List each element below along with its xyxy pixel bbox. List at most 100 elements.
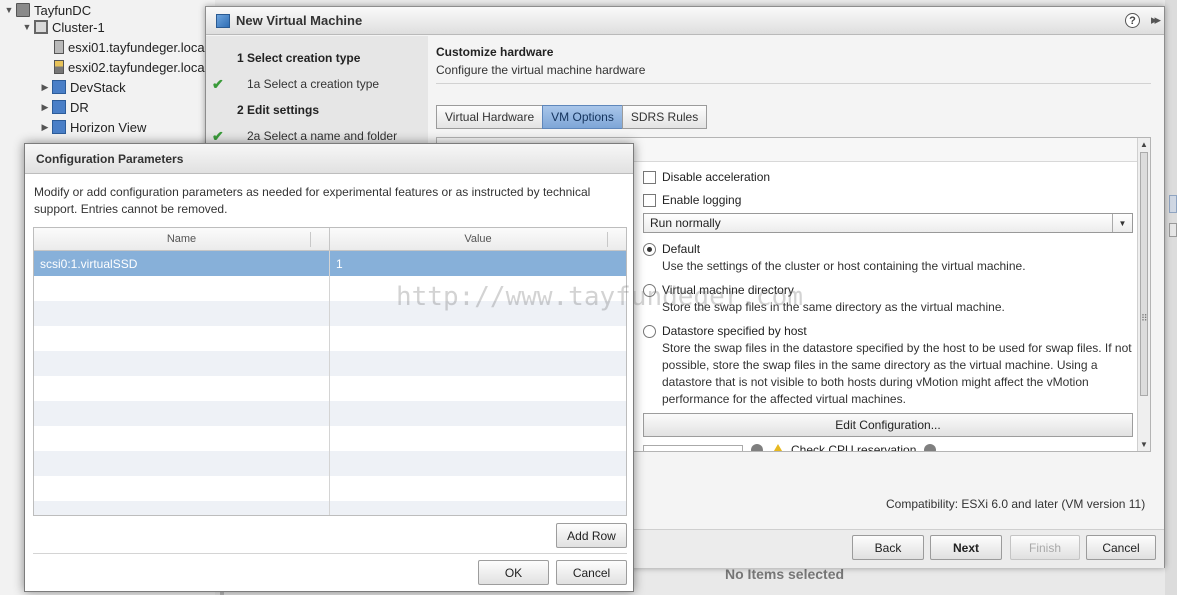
table-row[interactable] — [34, 301, 626, 326]
table-body: scsi0:1.virtualSSD 1 — [34, 251, 626, 515]
param-name-cell[interactable] — [34, 301, 330, 326]
tab-sdrs-rules[interactable]: SDRS Rules — [621, 105, 708, 129]
side-tab[interactable] — [1169, 223, 1177, 237]
table-row[interactable] — [34, 451, 626, 476]
nav-step-1a[interactable]: ✔ 1a Select a creation type — [206, 74, 426, 94]
nav-step-1[interactable]: 1 Select creation type — [237, 48, 360, 68]
table-row[interactable] — [34, 401, 626, 426]
param-name-cell[interactable] — [34, 376, 330, 401]
param-value-cell[interactable] — [330, 326, 626, 351]
ok-button[interactable]: OK — [478, 560, 549, 585]
param-value-cell[interactable] — [330, 426, 626, 451]
expand-icon[interactable]: ▶ — [40, 82, 50, 92]
scroll-down-icon[interactable]: ▼ — [1140, 440, 1148, 449]
table-row[interactable] — [34, 426, 626, 451]
tree-item-horizon-view[interactable]: ▶ Horizon View — [40, 117, 147, 137]
param-name-cell[interactable] — [34, 276, 330, 301]
param-name-cell[interactable] — [34, 451, 330, 476]
divider — [436, 83, 1151, 84]
column-header-name[interactable]: Name — [34, 228, 330, 250]
side-tab[interactable] — [1169, 195, 1177, 213]
param-name-cell[interactable] — [34, 476, 330, 501]
finish-button[interactable]: Finish — [1010, 535, 1080, 560]
tab-vm-options[interactable]: VM Options — [542, 105, 623, 129]
expand-icon[interactable]: ▸▸ — [1151, 12, 1161, 28]
tab-virtual-hardware[interactable]: Virtual Hardware — [436, 105, 544, 129]
chevron-down-icon[interactable]: ▼ — [1112, 214, 1132, 232]
disable-acceleration-option[interactable]: Disable acceleration — [643, 170, 770, 184]
edit-configuration-button[interactable]: Edit Configuration... — [643, 413, 1133, 437]
expand-icon[interactable]: ▶ — [40, 122, 50, 132]
checkbox[interactable] — [643, 193, 656, 207]
param-value-cell[interactable] — [330, 401, 626, 426]
param-value-cell[interactable]: 1 — [330, 251, 626, 276]
param-name-cell[interactable]: scsi0:1.virtualSSD — [34, 251, 330, 276]
right-panel-strip — [1165, 0, 1177, 595]
info-icon — [751, 444, 763, 451]
table-row[interactable] — [34, 351, 626, 376]
scroll-thumb[interactable] — [1140, 152, 1148, 396]
param-name-cell[interactable] — [34, 401, 330, 426]
tree-item-dr[interactable]: ▶ DR — [40, 97, 89, 117]
next-button[interactable]: Next — [930, 535, 1002, 560]
table-row[interactable] — [34, 376, 626, 401]
parameters-table: Name Value scsi0:1.virtualSSD 1 — [33, 227, 627, 516]
param-value-cell[interactable] — [330, 301, 626, 326]
dialog-title: Configuration Parameters — [25, 144, 633, 174]
tree-item-devstack[interactable]: ▶ DevStack — [40, 77, 126, 97]
collapse-icon[interactable]: ▼ — [4, 5, 14, 15]
table-row[interactable]: scsi0:1.virtualSSD 1 — [34, 251, 626, 276]
page-header: Customize hardware Configure the virtual… — [436, 45, 645, 77]
wizard-titlebar: New Virtual Machine — [206, 7, 1164, 35]
wizard-cancel-button[interactable]: Cancel — [1086, 535, 1156, 560]
tree-item-label: DR — [70, 99, 89, 115]
checkbox[interactable] — [643, 170, 656, 184]
table-row[interactable] — [34, 276, 626, 301]
swap-datastore-option[interactable]: Datastore specified by host — [643, 324, 807, 338]
scroll-up-icon[interactable]: ▲ — [1140, 140, 1148, 149]
option-description: Store the swap files in the same directo… — [662, 300, 1005, 314]
enable-logging-option[interactable]: Enable logging — [643, 193, 741, 207]
expand-icon[interactable]: ▶ — [40, 102, 50, 112]
param-value-cell[interactable] — [330, 351, 626, 376]
collapse-icon[interactable]: ▼ — [22, 22, 32, 32]
param-name-cell[interactable] — [34, 426, 330, 451]
check-cpu-label: Check CPU reservation — [791, 443, 917, 452]
swap-default-option[interactable]: Default — [643, 242, 700, 256]
add-row-button[interactable]: Add Row — [556, 523, 627, 548]
vm-icon — [216, 13, 230, 28]
radio-button[interactable] — [643, 283, 656, 297]
tab-bar: Virtual Hardware VM Options SDRS Rules — [436, 105, 708, 129]
run-mode-select[interactable]: Run normally ▼ — [643, 213, 1133, 233]
radio-button[interactable] — [643, 242, 656, 256]
table-row[interactable] — [34, 476, 626, 501]
param-name-cell[interactable] — [34, 326, 330, 351]
back-button[interactable]: Back — [852, 535, 924, 560]
panel-scrollbar[interactable]: ▲ ⠿ ▼ — [1137, 138, 1150, 451]
compatibility-label: Compatibility: ESXi 6.0 and later (VM ve… — [886, 497, 1146, 511]
tree-item-esxi01[interactable]: esxi01.tayfundeger.local — [54, 37, 207, 57]
info-icon — [924, 444, 937, 451]
option-label: Datastore specified by host — [662, 324, 807, 338]
param-value-cell[interactable] — [330, 451, 626, 476]
table-row[interactable] — [34, 501, 626, 515]
page-title: Customize hardware — [436, 45, 554, 59]
param-value-cell[interactable] — [330, 376, 626, 401]
nav-step-2[interactable]: 2 Edit settings — [237, 100, 319, 120]
param-value-cell[interactable] — [330, 501, 626, 515]
dialog-description: Modify or add configuration parameters a… — [34, 185, 591, 216]
param-name-cell[interactable] — [34, 501, 330, 515]
dropdown[interactable] — [643, 445, 743, 451]
nav-step-label: 2 Edit settings — [237, 103, 320, 117]
help-icon[interactable]: ? — [1125, 13, 1140, 28]
column-header-value[interactable]: Value — [330, 228, 626, 250]
param-value-cell[interactable] — [330, 276, 626, 301]
table-row[interactable] — [34, 326, 626, 351]
tree-item-esxi02[interactable]: esxi02.tayfundeger.local — [54, 57, 207, 77]
radio-button[interactable] — [643, 324, 656, 338]
param-value-cell[interactable] — [330, 476, 626, 501]
param-name-cell[interactable] — [34, 351, 330, 376]
dialog-cancel-button[interactable]: Cancel — [556, 560, 627, 585]
tree-item-cluster[interactable]: ▼ Cluster-1 — [22, 17, 105, 37]
swap-vm-directory-option[interactable]: Virtual machine directory — [643, 283, 794, 297]
